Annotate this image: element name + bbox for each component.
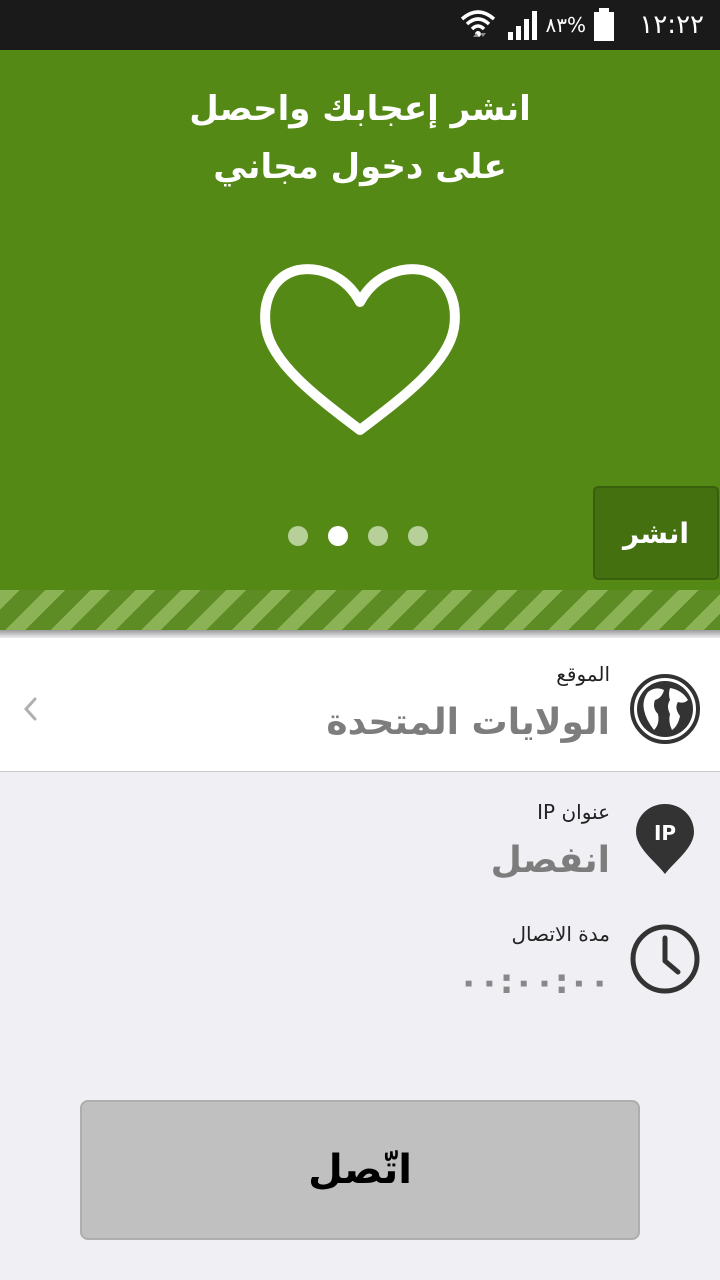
chevron-left-icon [23, 697, 37, 721]
battery-icon [592, 0, 616, 50]
page-dot-active[interactable] [328, 526, 348, 546]
striped-divider [0, 590, 720, 630]
status-clock: ١٢:٢٢ [639, 10, 704, 40]
promo-title-line2: على دخول مجاني [213, 147, 507, 187]
globe-icon [630, 674, 700, 744]
location-selector[interactable]: الموقع الولايات المتحدة [0, 638, 720, 772]
banner-shadow [0, 630, 720, 638]
duration-value: ٠٠:٠٠:٠٠ [458, 962, 610, 1002]
page-indicator[interactable] [288, 526, 434, 548]
ip-pin-text: IP [654, 821, 676, 845]
location-value: الولايات المتحدة [326, 702, 610, 743]
signal-icon [506, 0, 540, 50]
status-bar: ٨٣% ١٢:٢٢ [0, 0, 720, 50]
wifi-icon [460, 0, 496, 50]
promo-banner[interactable]: انشر إعجابك واحصل على دخول مجاني انشر [0, 50, 720, 630]
connect-button[interactable]: اتّصل [80, 1100, 640, 1240]
heart-icon [260, 264, 460, 435]
location-label: الموقع [556, 662, 610, 686]
promo-title: انشر إعجابك واحصل على دخول مجاني [0, 80, 720, 196]
app-screen: ٨٣% ١٢:٢٢ انشر إعجابك واحصل على دخول مجا… [0, 0, 720, 1280]
clock-icon [630, 924, 700, 994]
duration-label: مدة الاتصال [511, 922, 610, 946]
battery-percentage: ٨٣% [545, 13, 587, 37]
page-dot[interactable] [408, 526, 428, 546]
ip-value: انفصل [490, 840, 610, 881]
ip-pin-icon: IP [636, 804, 694, 874]
ip-label: عنوان IP [537, 800, 610, 824]
page-dot[interactable] [288, 526, 308, 546]
page-dot[interactable] [368, 526, 388, 546]
share-button[interactable]: انشر [593, 486, 719, 580]
promo-title-line1: انشر إعجابك واحصل [189, 89, 531, 129]
